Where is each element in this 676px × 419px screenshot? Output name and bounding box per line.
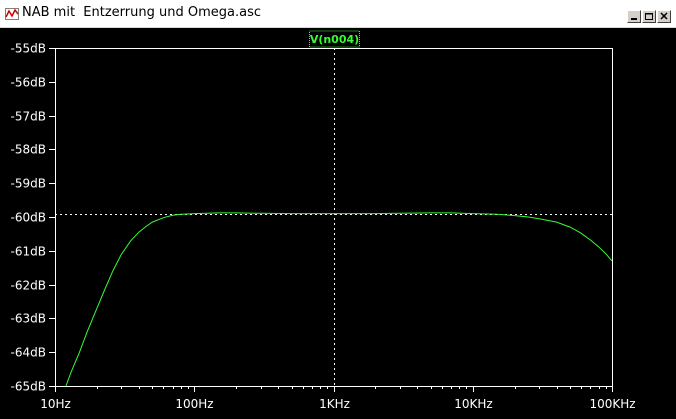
x-tick-label: 100Hz <box>175 397 213 411</box>
x-tick-label: 10Hz <box>40 397 71 411</box>
window-titlebar: NAB mit Entzerrung und Omega.asc <box>0 0 676 28</box>
x-tick-label: 100KHz <box>589 397 635 411</box>
y-tick-label: -58dB <box>11 143 46 157</box>
y-tick-label: -62dB <box>11 279 46 293</box>
y-tick-label: -63dB <box>11 312 46 326</box>
close-icon <box>660 12 668 20</box>
waveform-app-icon <box>5 8 19 20</box>
minimize-button[interactable] <box>627 10 641 23</box>
y-tick-label: -55dB <box>11 42 46 56</box>
y-tick-label: -64dB <box>11 346 46 360</box>
x-axis-ticks: 10Hz 100Hz 1KHz 10KHz 100KHz <box>40 386 636 411</box>
x-tick-label: 10KHz <box>454 397 492 411</box>
y-axis-ticks: -55dB -56dB -57dB -58dB -59dB -60dB -61dB -62dB… <box>11 42 55 394</box>
y-tick-label: -56dB <box>11 76 46 90</box>
y-tick-label: -59dB <box>11 177 46 191</box>
window-title: NAB mit Entzerrung und Omega.asc <box>22 5 261 20</box>
y-tick-label: -60dB <box>11 211 46 225</box>
x-tick-label: 1KHz <box>319 397 350 411</box>
restore-button[interactable] <box>642 10 656 23</box>
y-tick-label: -57dB <box>11 110 46 124</box>
waveform-plot[interactable]: -55dB -56dB -57dB -58dB -59dB -60dB -61dB -62dB… <box>0 28 676 419</box>
trace-v-n004 <box>65 212 613 387</box>
restore-icon <box>645 13 653 20</box>
y-tick-label: -61dB <box>11 245 46 259</box>
y-tick-label: -65dB <box>11 380 46 394</box>
legend-text: V(n004) <box>310 33 359 46</box>
legend-label[interactable]: V(n004) <box>309 30 360 48</box>
minimize-icon <box>631 18 637 20</box>
close-button[interactable] <box>657 10 671 23</box>
